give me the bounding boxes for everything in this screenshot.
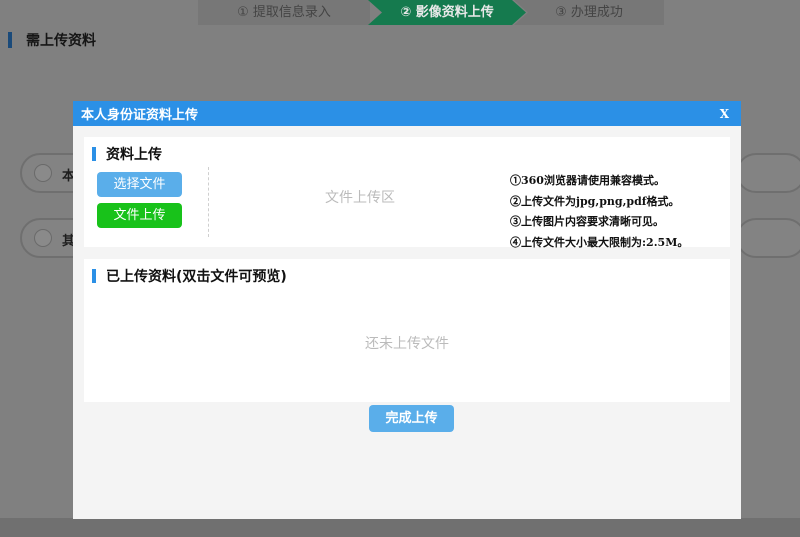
empty-files-message: 还未上传文件 xyxy=(365,336,449,352)
close-icon[interactable]: X xyxy=(716,107,733,121)
progress-steps: ① 提取信息录入 ② 影像资料上传 ③ 办理成功 xyxy=(198,0,664,25)
upload-dialog: 本人身份证资料上传 X 资料上传 选择文件 文件上传 文件上传区 ①360浏览器… xyxy=(73,101,741,519)
section-title-text: 资料上传 xyxy=(106,147,162,163)
section-accent-bar xyxy=(92,269,96,283)
step-image-upload: ② 影像资料上传 xyxy=(368,0,526,25)
choose-file-button[interactable]: 选择文件 xyxy=(97,172,182,197)
tip-item: ④上传文件大小最大限制为:2.5M。 xyxy=(510,235,689,249)
upload-section-title: 资料上传 xyxy=(92,144,162,164)
upload-file-button[interactable]: 文件上传 xyxy=(97,203,182,228)
step-complete: ③ 办理成功 xyxy=(514,0,664,25)
section-accent-bar xyxy=(92,147,96,161)
tip-item: ②上传文件为jpg,png,pdf格式。 xyxy=(510,194,680,208)
file-drop-zone[interactable]: 文件上传区 xyxy=(210,167,510,237)
material-row-id-card-end xyxy=(736,153,800,193)
step-info-entry: ① 提取信息录入 xyxy=(198,0,370,25)
uploaded-section-title: 已上传资料(双击文件可预览) xyxy=(92,266,287,286)
heading-text: 需上传资料 xyxy=(26,33,96,49)
finish-upload-button[interactable]: 完成上传 xyxy=(369,405,454,432)
section-title-text: 已上传资料(双击文件可预览) xyxy=(106,269,287,285)
heading-accent-bar xyxy=(8,32,12,48)
tip-item: ①360浏览器请使用兼容模式。 xyxy=(510,174,665,187)
radio-icon xyxy=(34,164,52,182)
radio-icon xyxy=(34,229,52,247)
dialog-header: 本人身份证资料上传 X xyxy=(73,101,741,126)
dashed-divider xyxy=(208,167,209,237)
background-footer xyxy=(0,518,800,537)
upload-panel: 资料上传 选择文件 文件上传 文件上传区 ①360浏览器请使用兼容模式。 ②上传… xyxy=(84,137,730,249)
upload-tips-list: ①360浏览器请使用兼容模式。 ②上传文件为jpg,png,pdf格式。 ③上传… xyxy=(510,171,688,253)
required-materials-heading: 需上传资料 xyxy=(8,32,96,49)
tip-item: ③上传图片内容要求清晰可见。 xyxy=(510,215,664,228)
material-row-other-end xyxy=(736,218,800,258)
uploaded-files-panel: 已上传资料(双击文件可预览) 还未上传文件 xyxy=(84,259,730,402)
dialog-title: 本人身份证资料上传 xyxy=(81,108,199,123)
